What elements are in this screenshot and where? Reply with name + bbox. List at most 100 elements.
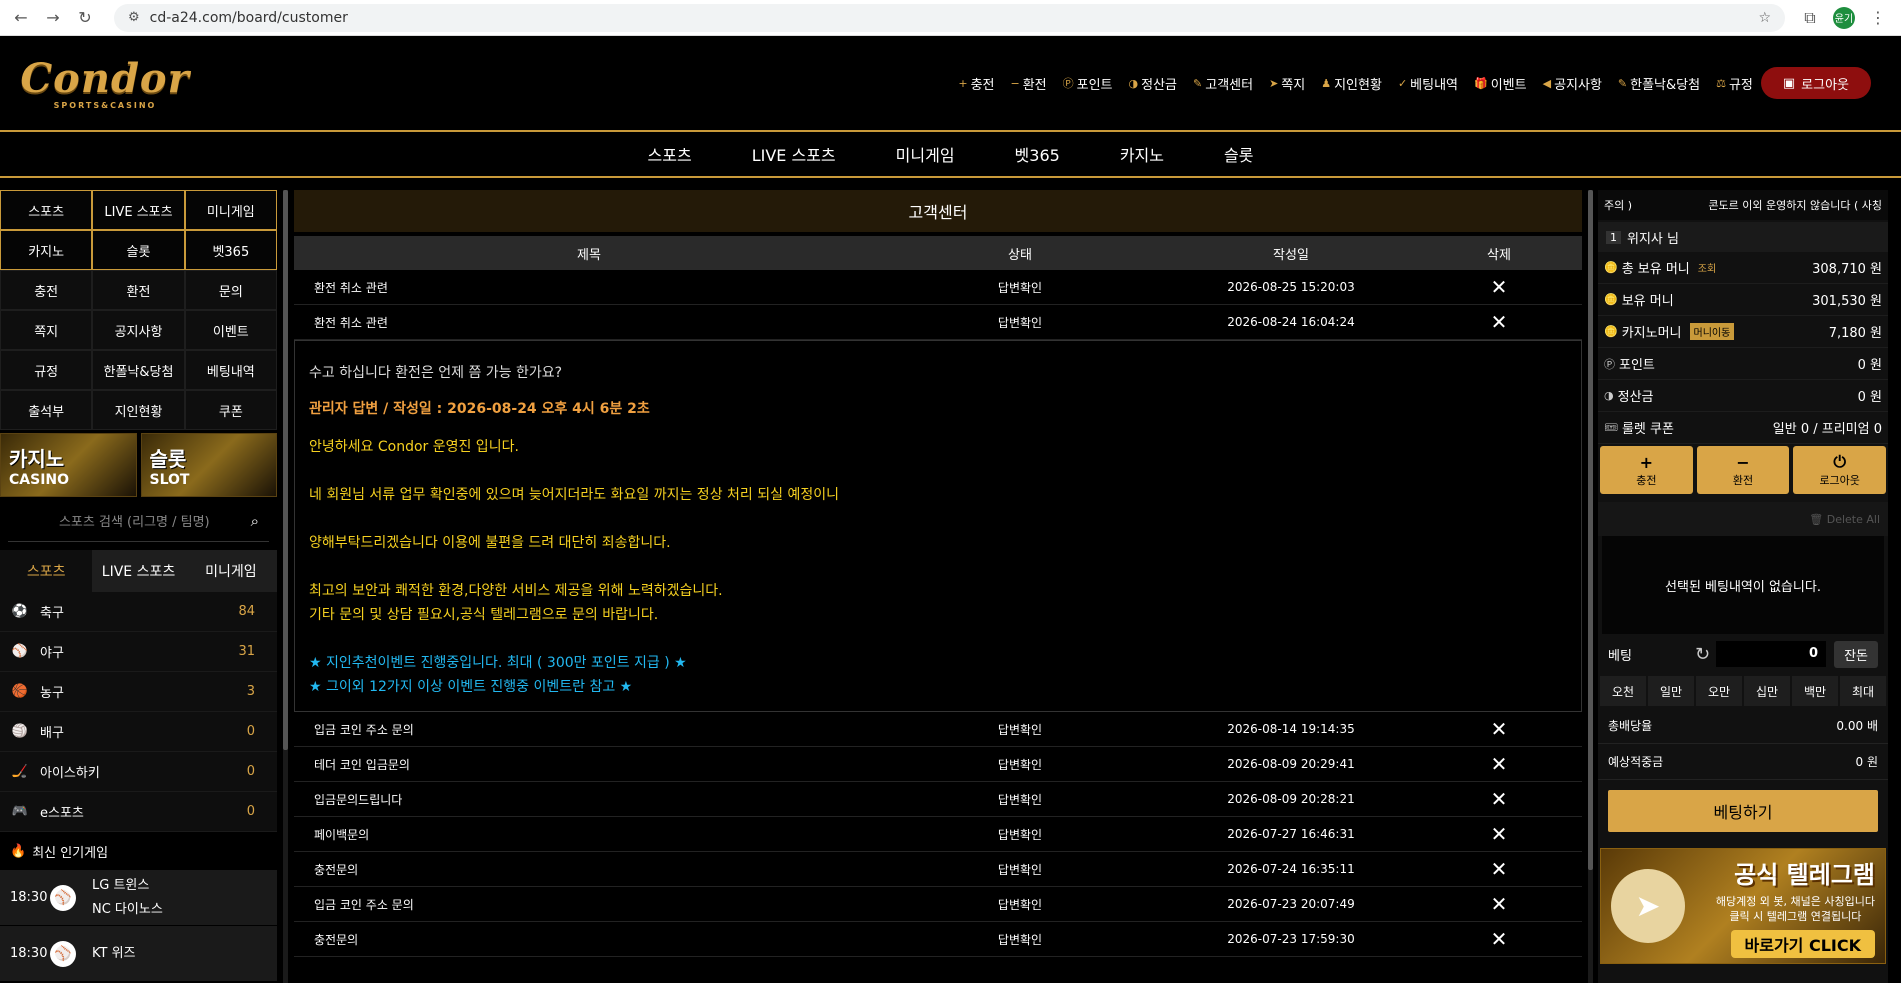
bet-chip[interactable]: 최대 (1840, 676, 1886, 706)
sport-type-tab[interactable]: LIVE 스포츠 (92, 550, 185, 592)
casino-banner[interactable]: 카지노 CASINO (0, 433, 137, 497)
category-tab[interactable]: 카지노 (1090, 142, 1194, 166)
back-icon[interactable]: ← (8, 5, 34, 31)
delete-x-icon[interactable]: ✕ (1491, 857, 1508, 881)
sidebar-menu-item[interactable]: 쿠폰 (184, 390, 277, 430)
sport-item[interactable]: ⚾ 야구 31 (0, 632, 277, 672)
bet-amount-input[interactable]: 0 (1716, 641, 1827, 667)
table-row[interactable]: 페이백문의 답변확인 2026-07-27 16:46:31 ✕ (294, 817, 1582, 852)
bet-chip[interactable]: 일만 (1648, 676, 1694, 706)
logout-button[interactable]: ▣ 로그아웃 (1760, 67, 1871, 99)
sport-type-tab[interactable]: 스포츠 (0, 550, 93, 592)
sidebar-game-tab[interactable]: 슬롯 (92, 230, 185, 270)
address-bar[interactable]: ⚙ cd-a24.com/board/customer ☆ (114, 3, 1785, 32)
search-icon[interactable]: ⌕ (251, 512, 259, 530)
panel-action-button[interactable]: + 충전 (1600, 446, 1693, 494)
category-tab[interactable]: 벳365 (985, 142, 1090, 166)
row-title[interactable]: 충전문의 (294, 861, 884, 878)
bet-chip[interactable]: 십만 (1744, 676, 1790, 706)
panel-action-button[interactable]: ⏻ 로그아웃 (1793, 446, 1887, 494)
table-row[interactable]: 입금문의드립니다 답변확인 2026-08-09 20:28:21 ✕ (294, 782, 1582, 817)
topnav-item[interactable]: ✓ 베팅내역 (1398, 74, 1458, 93)
sport-item[interactable]: 🏒 아이스하키 0 (0, 752, 277, 792)
sidebar-menu-item[interactable]: 출석부 (0, 390, 93, 430)
bookmark-star-icon[interactable]: ☆ (1758, 10, 1771, 26)
row-title[interactable]: 환전 취소 관련 (294, 314, 884, 331)
row-title[interactable]: 페이백문의 (294, 826, 884, 843)
category-tab[interactable]: 슬롯 (1194, 142, 1283, 166)
table-row[interactable]: 환전 취소 관련 답변확인 2026-08-25 15:20:03 ✕ (294, 270, 1582, 305)
row-title[interactable]: 입금 코인 주소 문의 (294, 896, 884, 913)
row-title[interactable]: 입금 코인 주소 문의 (294, 721, 884, 738)
sidebar-game-tab[interactable]: LIVE 스포츠 (92, 190, 185, 230)
sport-item[interactable]: 🎮 e스포츠 0 (0, 792, 277, 832)
category-tab[interactable]: 스포츠 (618, 142, 722, 166)
topnav-item[interactable]: ♟ 지인현황 (1321, 74, 1382, 93)
delete-x-icon[interactable]: ✕ (1491, 927, 1508, 951)
row-title[interactable]: 입금문의드립니다 (294, 791, 884, 808)
topnav-item[interactable]: ➤ 쪽지 (1269, 74, 1305, 93)
table-row[interactable]: 입금 코인 주소 문의 답변확인 2026-08-14 19:14:35 ✕ (294, 712, 1582, 747)
sport-item[interactable]: ⚽ 축구 84 (0, 592, 277, 632)
table-row[interactable]: 테더 코인 입금문의 답변확인 2026-08-09 20:29:41 ✕ (294, 747, 1582, 782)
sports-search[interactable]: 스포츠 검색 (리그명 / 팀명) ⌕ (8, 500, 269, 542)
category-tab[interactable]: LIVE 스포츠 (722, 142, 866, 166)
delete-x-icon[interactable]: ✕ (1491, 822, 1508, 846)
money-transfer-button[interactable]: 머니이동 (1689, 323, 1735, 340)
search-input[interactable]: 스포츠 검색 (리그명 / 팀명) (18, 511, 251, 530)
condor-logo[interactable]: Condor SPORTS&CASINO (20, 56, 188, 110)
table-row[interactable]: 환전 취소 관련 답변확인 2026-08-24 16:04:24 ✕ (294, 305, 1582, 340)
forward-icon[interactable]: → (40, 5, 66, 31)
delete-all-button[interactable]: 🗑 Delete All (1598, 502, 1888, 536)
sidebar-game-tab[interactable]: 스포츠 (0, 190, 93, 230)
sidebar-game-tab[interactable]: 카지노 (0, 230, 93, 270)
row-title[interactable]: 환전 취소 관련 (294, 279, 884, 296)
category-tab[interactable]: 미니게임 (866, 142, 985, 166)
sidebar-menu-item[interactable]: 이벤트 (184, 310, 277, 350)
site-settings-icon[interactable]: ⚙ (128, 10, 140, 25)
delete-x-icon[interactable]: ✕ (1491, 787, 1508, 811)
delete-x-icon[interactable]: ✕ (1491, 892, 1508, 916)
table-row[interactable]: 충전문의 답변확인 2026-07-23 17:59:30 ✕ (294, 922, 1582, 957)
game-item[interactable]: 18:30 ⚾ KT 위즈 (0, 926, 277, 982)
topnav-item[interactable]: 🎁 이벤트 (1474, 74, 1527, 93)
topnav-item[interactable]: ✎ 한폴낙&당첨 (1618, 74, 1700, 93)
delete-x-icon[interactable]: ✕ (1491, 310, 1508, 334)
topnav-item[interactable]: − 환전 (1010, 74, 1046, 93)
sidebar-menu-item[interactable]: 쪽지 (0, 310, 93, 350)
bet-chip[interactable]: 백만 (1792, 676, 1838, 706)
left-scrollbar[interactable] (283, 190, 288, 983)
sidebar-menu-item[interactable]: 공지사항 (92, 310, 185, 350)
delete-x-icon[interactable]: ✕ (1491, 717, 1508, 741)
bet-chip[interactable]: 오천 (1600, 676, 1646, 706)
topnav-item[interactable]: ✎ 고객센터 (1193, 74, 1253, 93)
sidebar-game-tab[interactable]: 미니게임 (184, 190, 277, 230)
sidebar-menu-item[interactable]: 환전 (92, 270, 185, 310)
change-button[interactable]: 잔돈 (1834, 640, 1878, 668)
lookup-link[interactable]: 조회 (1698, 260, 1716, 275)
table-row[interactable]: 충전문의 답변확인 2026-07-24 16:35:11 ✕ (294, 852, 1582, 887)
sport-item[interactable]: 🏐 배구 0 (0, 712, 277, 752)
sidebar-menu-item[interactable]: 규정 (0, 350, 93, 390)
topnav-item[interactable]: + 충전 (958, 74, 994, 93)
delete-x-icon[interactable]: ✕ (1491, 275, 1508, 299)
slot-banner[interactable]: 슬롯 SLOT (140, 433, 277, 497)
sidebar-menu-item[interactable]: 한폴낙&당첨 (92, 350, 185, 390)
place-bet-button[interactable]: 베팅하기 (1608, 790, 1878, 832)
sidebar-game-tab[interactable]: 벳365 (184, 230, 277, 270)
sidebar-menu-item[interactable]: 지인현황 (92, 390, 185, 430)
row-title[interactable]: 테더 코인 입금문의 (294, 756, 884, 773)
telegram-banner[interactable]: ➤ 공식 텔레그램 해당계정 외 봇, 채널은 사칭입니다 클릭 시 텔레그램 연… (1600, 848, 1886, 964)
bet-chip[interactable]: 오만 (1696, 676, 1742, 706)
panel-action-button[interactable]: − 환전 (1696, 446, 1790, 494)
sport-item[interactable]: 🏀 농구 3 (0, 672, 277, 712)
topnav-item[interactable]: ◀ 공지사항 (1543, 74, 1602, 93)
sidebar-menu-item[interactable]: 충전 (0, 270, 93, 310)
table-row[interactable]: 입금 코인 주소 문의 답변확인 2026-07-23 20:07:49 ✕ (294, 887, 1582, 922)
topnav-item[interactable]: ◑ 정산금 (1129, 74, 1178, 93)
center-scrollbar[interactable] (1588, 190, 1593, 983)
topnav-item[interactable]: ⚖ 규정 (1716, 74, 1753, 93)
topnav-item[interactable]: Ⓟ 포인트 (1063, 74, 1113, 93)
extensions-icon[interactable]: ⧉ (1795, 8, 1825, 28)
game-item[interactable]: 18:30 ⚾ LG 트윈스 NC 다이노스 (0, 870, 277, 926)
